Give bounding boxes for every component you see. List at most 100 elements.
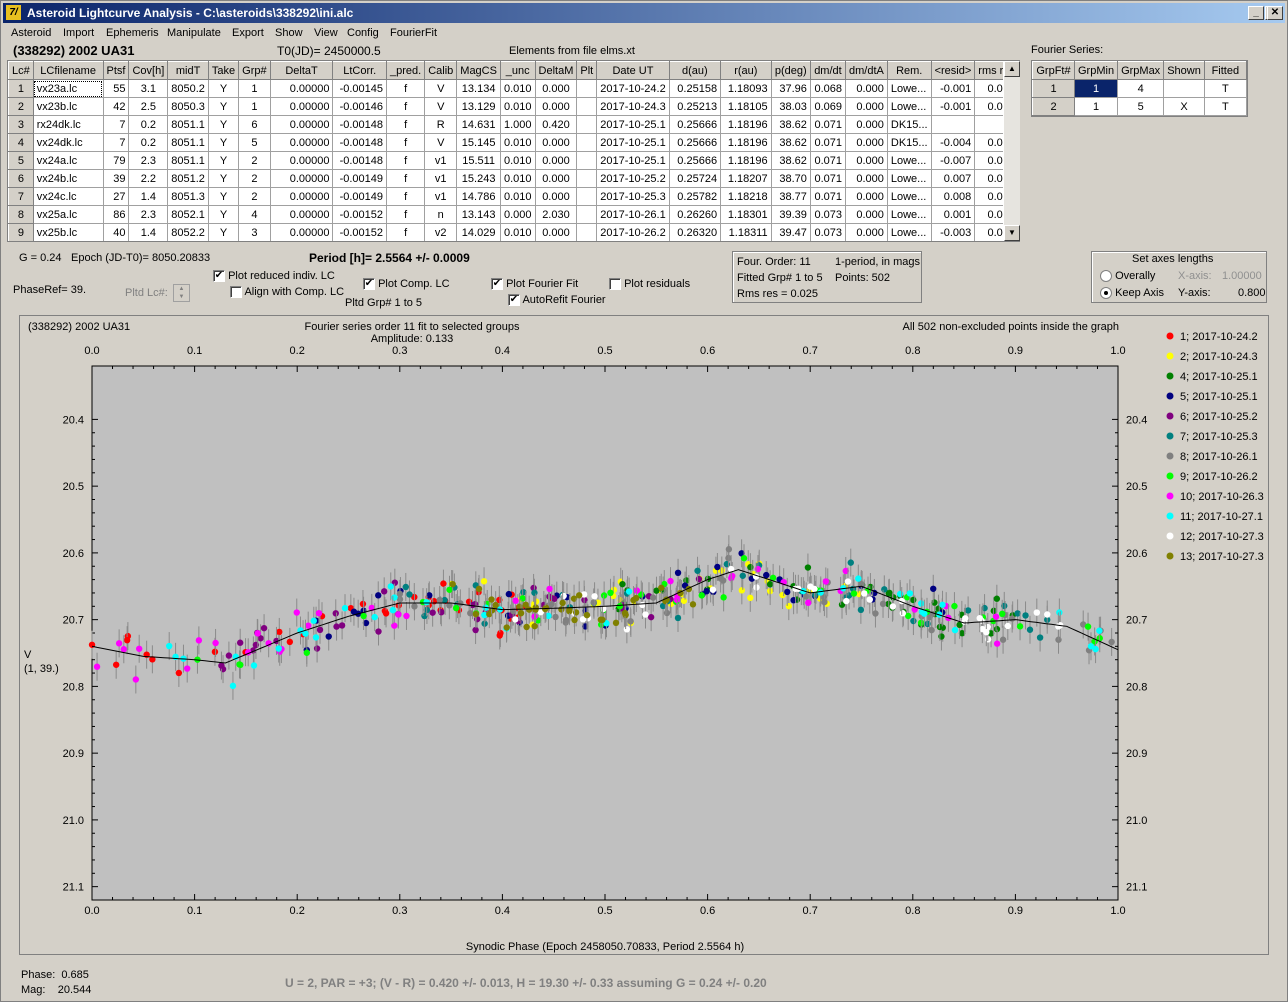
row-header[interactable]: 2: [1032, 97, 1075, 116]
lc-col-header[interactable]: Cov[h]: [128, 61, 169, 80]
plot-fourier-check[interactable]: ✔: [491, 278, 503, 291]
table-cell[interactable]: 0.25158: [668, 79, 722, 98]
table-cell[interactable]: 0.073: [809, 205, 847, 224]
table-cell[interactable]: vx24a.lc: [32, 151, 104, 170]
table-cell[interactable]: f: [385, 115, 426, 134]
table-cell[interactable]: 2017-10-25.2: [596, 169, 670, 188]
table-cell[interactable]: [576, 115, 598, 134]
table-cell[interactable]: Y: [207, 151, 240, 170]
plot-comp-check[interactable]: ✔: [363, 278, 375, 291]
table-cell[interactable]: 1.18207: [720, 169, 772, 188]
table-cell[interactable]: 0.26260: [668, 205, 722, 224]
plot-fourier-checkbox[interactable]: ✔ Plot Fourier Fit: [491, 278, 578, 291]
lc-col-header[interactable]: Plt: [576, 61, 598, 80]
table-cell[interactable]: 37.96: [770, 79, 811, 98]
table-cell[interactable]: -0.00146: [332, 97, 387, 116]
table-cell[interactable]: 0.071: [809, 133, 847, 152]
table-cell[interactable]: 0.00000: [269, 151, 334, 170]
table-cell[interactable]: 2017-10-25.3: [596, 187, 670, 206]
scroll-up-button[interactable]: ▲: [1004, 61, 1020, 77]
table-cell[interactable]: 1.000: [499, 115, 536, 134]
lc-col-header[interactable]: DeltaM: [534, 61, 578, 80]
table-cell[interactable]: 1: [238, 79, 271, 98]
table-cell[interactable]: -0.007: [930, 151, 976, 170]
table-cell[interactable]: -0.00148: [332, 115, 387, 134]
table-cell[interactable]: 0.00000: [269, 133, 334, 152]
lc-col-header[interactable]: <resid>: [930, 61, 976, 80]
plot-residuals-check[interactable]: [609, 278, 621, 291]
table-cell[interactable]: vx24dk.lc: [32, 133, 104, 152]
table-row[interactable]: 215XT: [1032, 97, 1247, 116]
table-cell[interactable]: 38.62: [770, 151, 811, 170]
lc-col-header[interactable]: MagCS: [456, 61, 501, 80]
overally-radio[interactable]: Overally: [1100, 270, 1155, 283]
table-cell[interactable]: [1163, 79, 1205, 98]
table-cell[interactable]: Y: [207, 169, 240, 188]
lc-col-header[interactable]: dm/dt: [809, 61, 847, 80]
table-cell[interactable]: 1.18196: [720, 151, 772, 170]
table-cell[interactable]: 2017-10-26.2: [596, 223, 670, 241]
table-cell[interactable]: 1.18196: [720, 115, 772, 134]
table-cell[interactable]: 14.786: [456, 187, 501, 206]
table-cell[interactable]: 2017-10-25.1: [596, 115, 670, 134]
table-cell[interactable]: 2.5: [128, 97, 169, 116]
lc-col-header[interactable]: LCfilename: [32, 61, 104, 80]
table-cell[interactable]: 0.00000: [269, 79, 334, 98]
table-row[interactable]: 1 vx23a.lc 55 3.1 8050.2 Y 1 0.00000 -0.00145 f V 1…: [8, 79, 1019, 98]
table-cell[interactable]: Lowe...: [886, 79, 932, 98]
table-row[interactable]: 7 vx24c.lc 27 1.4 8051.3 Y 2 0.00000 -0.00149 f v1…: [8, 187, 1019, 206]
lc-col-header[interactable]: Calib: [424, 61, 458, 80]
table-cell[interactable]: 0.000: [845, 169, 888, 188]
table-cell[interactable]: 1.18218: [720, 187, 772, 206]
table-cell[interactable]: 13.143: [456, 205, 501, 224]
table-cell[interactable]: 1: [1073, 97, 1119, 116]
table-cell[interactable]: 8052.1: [167, 205, 209, 224]
plot-reduced-checkbox[interactable]: ✔ Plot reduced indiv. LC: [213, 270, 335, 283]
table-cell[interactable]: 79: [102, 151, 130, 170]
row-header[interactable]: 8: [8, 205, 34, 224]
title-bar[interactable]: 7/ Asteroid Lightcurve Analysis - C:\ast…: [3, 3, 1285, 23]
table-cell[interactable]: 1: [238, 97, 271, 116]
table-cell[interactable]: 1.18311: [720, 223, 772, 241]
table-cell[interactable]: R: [424, 115, 458, 134]
table-row[interactable]: 9 vx25b.lc 40 1.4 8052.2 Y 3 0.00000 -0.00152 f v2…: [8, 223, 1019, 241]
lc-col-header[interactable]: LtCorr.: [332, 61, 387, 80]
table-row[interactable]: 4 vx24dk.lc 7 0.2 8051.1 Y 5 0.00000 -0.00148 f V 1…: [8, 133, 1019, 152]
table-cell[interactable]: 5: [238, 133, 271, 152]
menu-manipulate[interactable]: Manipulate: [167, 27, 221, 39]
table-cell[interactable]: 2: [238, 151, 271, 170]
lightcurve-plot-panel[interactable]: (338292) 2002 UA31 Fourier series order 1…: [19, 315, 1269, 955]
row-header[interactable]: 7: [8, 187, 34, 206]
table-cell[interactable]: Y: [207, 133, 240, 152]
table-cell[interactable]: 0.008: [930, 187, 976, 206]
table-cell[interactable]: 8051.3: [167, 187, 209, 206]
table-cell[interactable]: 15.145: [456, 133, 501, 152]
close-button[interactable]: ✕: [1267, 6, 1283, 20]
table-cell[interactable]: 6: [238, 115, 271, 134]
minimize-button[interactable]: _: [1248, 6, 1264, 20]
table-cell[interactable]: 1.18093: [720, 79, 772, 98]
lc-grid[interactable]: Lc# LCfilename Ptsf Cov[h] midT Take Grp# Delta…: [8, 61, 1019, 241]
table-cell[interactable]: 8051.2: [167, 169, 209, 188]
table-cell[interactable]: 0.000: [845, 133, 888, 152]
table-cell[interactable]: 5: [1117, 97, 1165, 116]
table-cell[interactable]: [576, 79, 598, 98]
lc-table-scrollbar[interactable]: ▲ ▼: [1003, 61, 1020, 241]
table-cell[interactable]: 14.029: [456, 223, 501, 241]
table-cell[interactable]: Lowe...: [886, 97, 932, 116]
table-cell[interactable]: Y: [207, 205, 240, 224]
table-cell[interactable]: 2017-10-25.1: [596, 151, 670, 170]
table-cell[interactable]: 0.071: [809, 169, 847, 188]
table-cell[interactable]: v2: [424, 223, 458, 241]
lc-col-header[interactable]: Rem.: [886, 61, 932, 80]
table-cell[interactable]: 2017-10-24.3: [596, 97, 670, 116]
table-cell[interactable]: [576, 169, 598, 188]
table-cell[interactable]: 0.000: [534, 79, 578, 98]
lc-col-header[interactable]: Ptsf: [102, 61, 130, 80]
table-cell[interactable]: 1.18196: [720, 133, 772, 152]
table-cell[interactable]: 40: [102, 223, 130, 241]
table-cell[interactable]: 0.00000: [269, 205, 334, 224]
table-cell[interactable]: 39.47: [770, 223, 811, 241]
table-cell[interactable]: 39: [102, 169, 130, 188]
table-cell[interactable]: 8050.3: [167, 97, 209, 116]
